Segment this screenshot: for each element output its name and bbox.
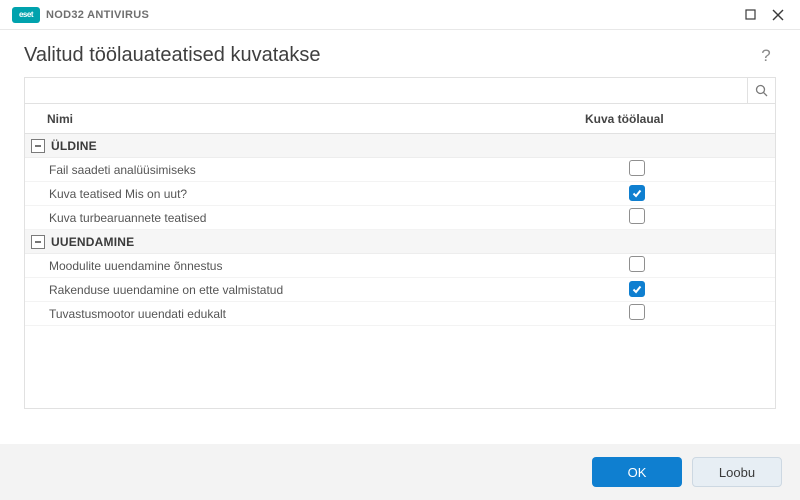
item-label: Moodulite uuendamine õnnestus [25,259,585,273]
item-label: Rakenduse uuendamine on ette valmistatud [25,283,585,297]
dialog-footer: OK Loobu [0,444,800,500]
search-button[interactable] [747,78,775,103]
table-row: Fail saadeti analüüsimiseks [25,158,775,182]
window-maximize-button[interactable] [736,3,764,27]
table-row: Tuvastusmootor uuendati edukalt [25,302,775,326]
window-close-button[interactable] [764,3,792,27]
show-on-desktop-checkbox[interactable] [629,281,645,297]
page-header: Valitud töölauateatised kuvatakse ? [0,30,800,77]
show-on-desktop-checkbox[interactable] [629,160,645,176]
group-title: ÜLDINE [51,139,97,153]
group-row[interactable]: ÜLDINE [25,134,775,158]
item-label: Fail saadeti analüüsimiseks [25,163,585,177]
item-check-cell [585,281,775,298]
item-check-cell [585,256,775,275]
table-row: Rakenduse uuendamine on ette valmistatud [25,278,775,302]
show-on-desktop-checkbox[interactable] [629,185,645,201]
column-show: Kuva töölaual [585,112,775,126]
item-check-cell [585,160,775,179]
search-icon [755,84,768,97]
item-label: Kuva teatised Mis on uut? [25,187,585,201]
search-input[interactable] [25,78,747,103]
table-row: Moodulite uuendamine õnnestus [25,254,775,278]
page-title: Valitud töölauateatised kuvatakse [24,44,756,67]
table-body: ÜLDINE Fail saadeti analüüsimiseks Kuva te… [25,134,775,408]
collapse-icon[interactable] [31,235,45,249]
item-check-cell [585,304,775,323]
show-on-desktop-checkbox[interactable] [629,304,645,320]
search-row [25,78,775,104]
brand-product: NOD32 ANTIVIRUS [46,9,149,21]
brand-logo: eset NOD32 ANTIVIRUS [12,7,149,23]
item-label: Tuvastusmootor uuendati edukalt [25,307,585,321]
show-on-desktop-checkbox[interactable] [629,256,645,272]
table-header: Nimi Kuva töölaual [25,104,775,134]
brand-badge: eset [12,7,40,23]
notifications-panel: Nimi Kuva töölaual ÜLDINE Fail saadeti an… [24,77,776,409]
item-label: Kuva turbearuannete teatised [25,211,585,225]
table-row: Kuva teatised Mis on uut? [25,182,775,206]
show-on-desktop-checkbox[interactable] [629,208,645,224]
titlebar: eset NOD32 ANTIVIRUS [0,0,800,30]
collapse-icon[interactable] [31,139,45,153]
cancel-button[interactable]: Loobu [692,457,782,487]
help-button[interactable]: ? [756,46,776,66]
item-check-cell [585,185,775,202]
ok-button[interactable]: OK [592,457,682,487]
group-title: UUENDAMINE [51,235,134,249]
item-check-cell [585,208,775,227]
table-row: Kuva turbearuannete teatised [25,206,775,230]
group-row[interactable]: UUENDAMINE [25,230,775,254]
column-name: Nimi [25,112,585,126]
